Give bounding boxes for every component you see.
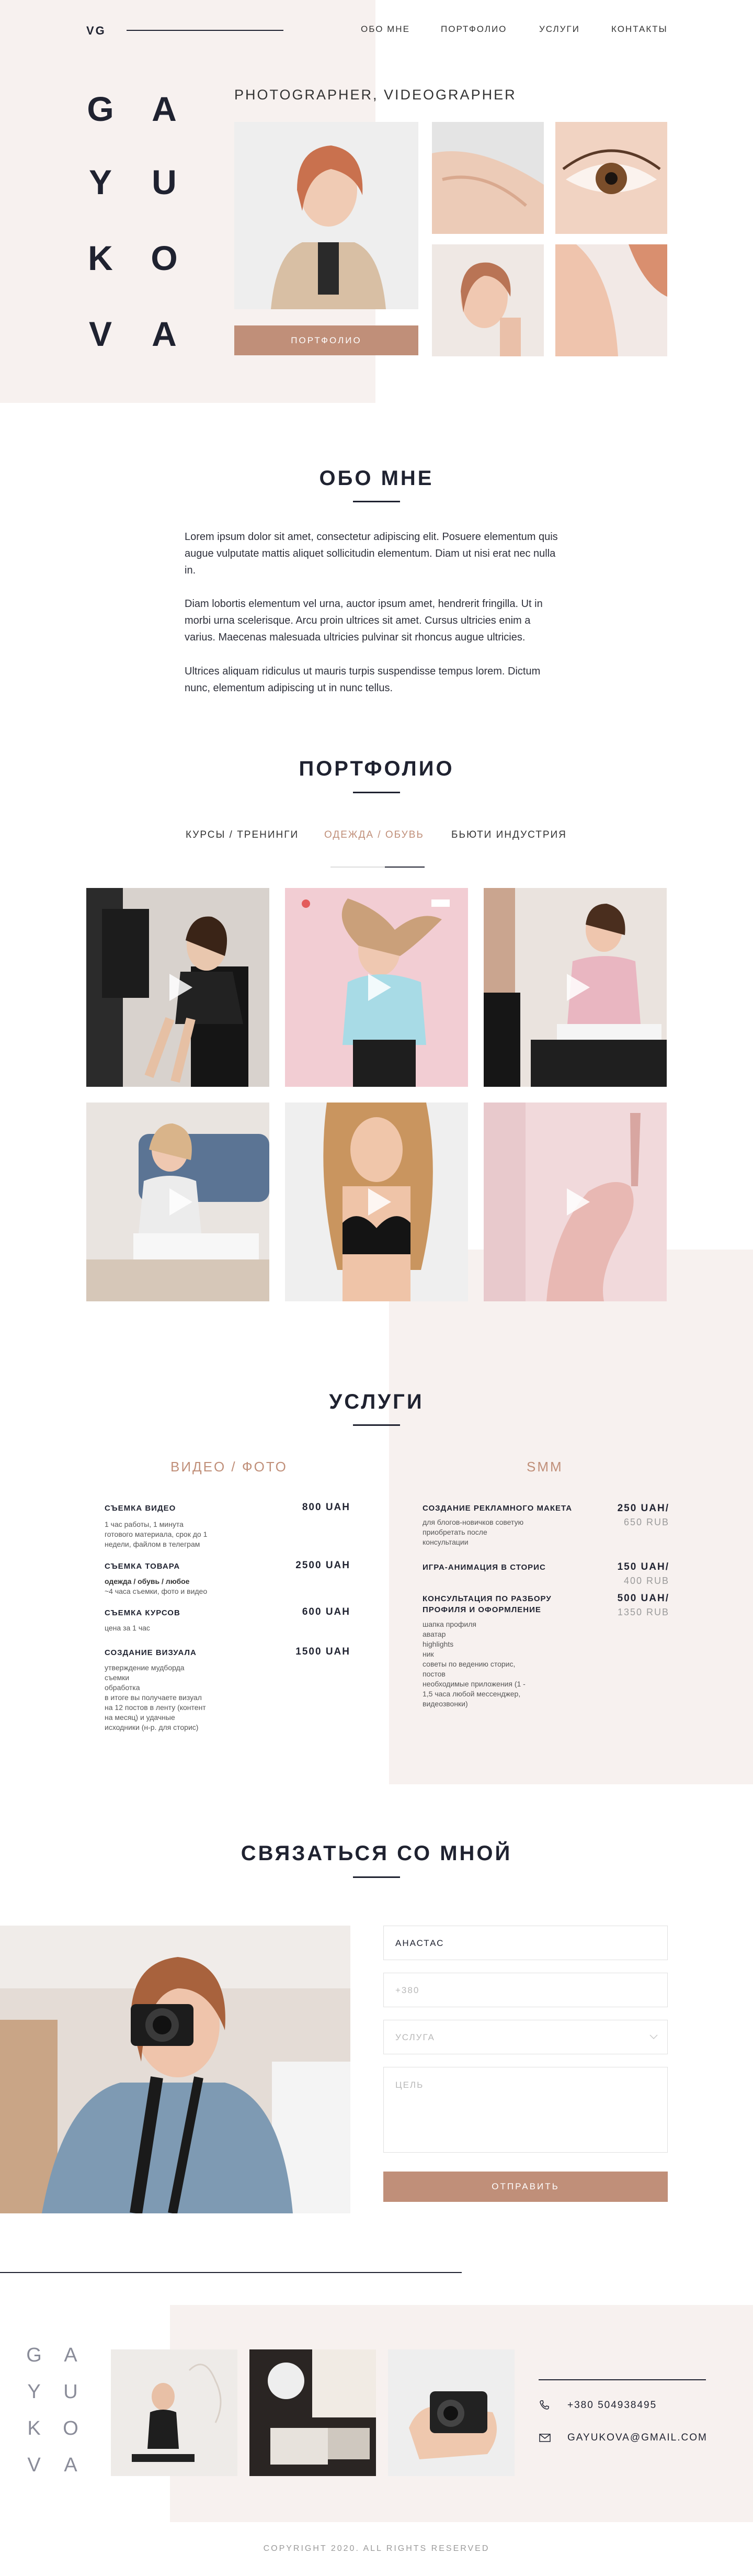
play-icon[interactable] <box>567 1188 590 1216</box>
hero-letter: V <box>88 314 112 353</box>
footer-letter: O <box>63 2417 78 2439</box>
service-name: СЪЕМКА КУРСОВ <box>105 1608 180 1617</box>
contact-photographer-photo <box>0 1926 350 2213</box>
hero-subtitle: PHOTOGRAPHER, VIDEOGRAPHER <box>234 87 517 103</box>
portfolio-video-thumb[interactable] <box>86 888 269 1087</box>
phone-input[interactable]: +380 <box>383 1973 668 2007</box>
about-title: ОБО МНЕ <box>319 467 434 490</box>
service-description: шапка профиля аватар highlights ник сове… <box>423 1620 526 1708</box>
contact-title: СВЯЗАТЬСЯ СО МНОЙ <box>241 1842 512 1865</box>
copyright: COPYRIGHT 2020. ALL RIGHTS RESERVED <box>263 2544 490 2553</box>
play-icon[interactable] <box>368 1188 391 1216</box>
footer-letter: Y <box>27 2381 41 2403</box>
hero-photo-eye <box>555 122 667 234</box>
hero-letter: A <box>152 314 177 353</box>
service-price-rub: 1350 RUB <box>617 1607 669 1617</box>
footer-letter: G <box>26 2344 42 2366</box>
footer-divider-left <box>0 2272 462 2273</box>
goal-textarea[interactable]: ЦЕЛЬ <box>383 2067 668 2153</box>
hero-letter: A <box>152 89 177 128</box>
services-title-underline <box>353 1424 400 1426</box>
portfolio-title-underline <box>353 792 400 793</box>
service-name: ИГРА-АНИМАЦИЯ В СТОРИС <box>423 1563 546 1572</box>
service-price: 2500 UAH <box>295 1560 350 1571</box>
hero-letter: O <box>151 239 178 277</box>
service-description: одежда / обувь / любое ~4 часа съемки, ф… <box>105 1577 208 1595</box>
service-price-rub: 400 RUB <box>623 1576 669 1586</box>
mail-icon <box>539 2434 551 2442</box>
portfolio-video-thumb[interactable] <box>285 1103 468 1301</box>
service-price: 600 UAH <box>302 1606 350 1617</box>
contact-title-underline <box>353 1876 400 1878</box>
services-title: УСЛУГИ <box>329 1390 424 1413</box>
chevron-down-icon <box>649 2034 658 2040</box>
tab-courses[interactable]: КУРСЫ / ТРЕНИНГИ <box>186 829 299 841</box>
nav-services[interactable]: УСЛУГИ <box>539 24 580 35</box>
hero-photo-neck <box>555 244 667 356</box>
service-select[interactable]: УСЛУГА <box>383 2020 668 2054</box>
play-icon[interactable] <box>169 974 192 1001</box>
about-title-underline <box>353 501 400 502</box>
name-input[interactable]: АНАСТАС <box>383 1926 668 1960</box>
service-name: СЪЕМКА ТОВАРА <box>105 1562 180 1571</box>
play-icon[interactable] <box>169 1188 192 1216</box>
hero-letter: G <box>87 89 114 128</box>
hero-photo-face <box>432 244 544 356</box>
logo-divider <box>127 30 283 31</box>
service-price: 250 UAH/ <box>617 1503 669 1514</box>
portfolio-video-thumb[interactable] <box>484 1103 667 1301</box>
footer-photo <box>388 2349 515 2476</box>
service-description: цена за 1 час <box>105 1624 150 1632</box>
service-description: утверждение мудборда съемки обработка в … <box>105 1663 206 1731</box>
submit-button[interactable]: ОТПРАВИТЬ <box>383 2172 668 2202</box>
nav-about[interactable]: ОБО МНЕ <box>361 24 410 35</box>
footer-photo <box>111 2349 237 2476</box>
service-description: для блогов-новичков советую приобретать … <box>423 1518 524 1546</box>
portfolio-video-thumb[interactable] <box>86 1103 269 1301</box>
about-paragraph: Diam lobortis elementum vel urna, auctor… <box>185 598 543 643</box>
tab-scroll-indicator[interactable] <box>385 867 425 868</box>
service-price: 1500 UAH <box>295 1646 350 1657</box>
portfolio-video-thumb[interactable] <box>484 888 667 1087</box>
hero-letter: Y <box>88 163 112 201</box>
footer-email[interactable]: GAYUKOVA@GMAIL.COM <box>567 2432 708 2444</box>
footer-photo <box>249 2349 376 2476</box>
service-description: 1 час работы, 1 минута готового материал… <box>105 1520 208 1548</box>
footer-letter: A <box>64 2454 77 2476</box>
about-paragraph: Lorem ipsum dolor sit amet, consectetur … <box>185 531 558 576</box>
footer-contact-divider <box>539 2379 706 2380</box>
tab-clothing[interactable]: ОДЕЖДА / ОБУВЬ <box>324 829 424 841</box>
portfolio-title: ПОРТФОЛИО <box>299 757 454 780</box>
footer-letter: A <box>64 2344 77 2366</box>
footer-phone[interactable]: +380 504938495 <box>567 2400 657 2411</box>
nav-portfolio[interactable]: ПОРТФОЛИО <box>441 24 507 35</box>
hero-letter: K <box>88 239 113 277</box>
hero-portrait-photo <box>234 122 418 309</box>
service-price: 800 UAH <box>302 1502 350 1513</box>
service-name: СОЗДАНИЕ ВИЗУАЛА <box>105 1648 197 1657</box>
footer-letter: K <box>27 2417 41 2439</box>
nav-contacts[interactable]: КОНТАКТЫ <box>611 24 668 35</box>
service-price: 150 UAH/ <box>617 1561 669 1572</box>
hero-letter: U <box>152 163 177 201</box>
footer-letter: U <box>63 2381 78 2403</box>
tab-beauty[interactable]: БЬЮТИ ИНДУСТРИЯ <box>451 829 567 841</box>
service-price: 500 UAH/ <box>617 1593 669 1604</box>
services-video-photo-title: ВИДЕО / ФОТО <box>170 1459 288 1475</box>
play-icon[interactable] <box>368 974 391 1001</box>
service-price-rub: 650 RUB <box>623 1517 669 1527</box>
services-smm-title: SMM <box>527 1459 563 1475</box>
hero-portfolio-button[interactable]: ПОРТФОЛИО <box>234 325 418 355</box>
play-icon[interactable] <box>567 974 590 1001</box>
phone-icon <box>540 2400 549 2410</box>
service-name: СЪЕМКА ВИДЕО <box>105 1504 176 1513</box>
about-paragraph: Ultrices aliquam ridiculus ut mauris tur… <box>185 666 541 694</box>
service-select-placeholder: УСЛУГА <box>395 2032 435 2042</box>
service-name: КОНСУЛЬТАЦИЯ ПО РАЗБОРУ ПРОФИЛЯ И ОФОРМЛ… <box>423 1594 552 1614</box>
service-name: СОЗДАНИЕ РЕКЛАМНОГО МАКЕТА <box>423 1504 573 1513</box>
site-logo[interactable]: VG <box>86 24 106 38</box>
hero-photo-shoulder <box>432 122 544 234</box>
footer-letter: V <box>27 2454 41 2476</box>
portfolio-video-thumb[interactable] <box>285 888 468 1087</box>
